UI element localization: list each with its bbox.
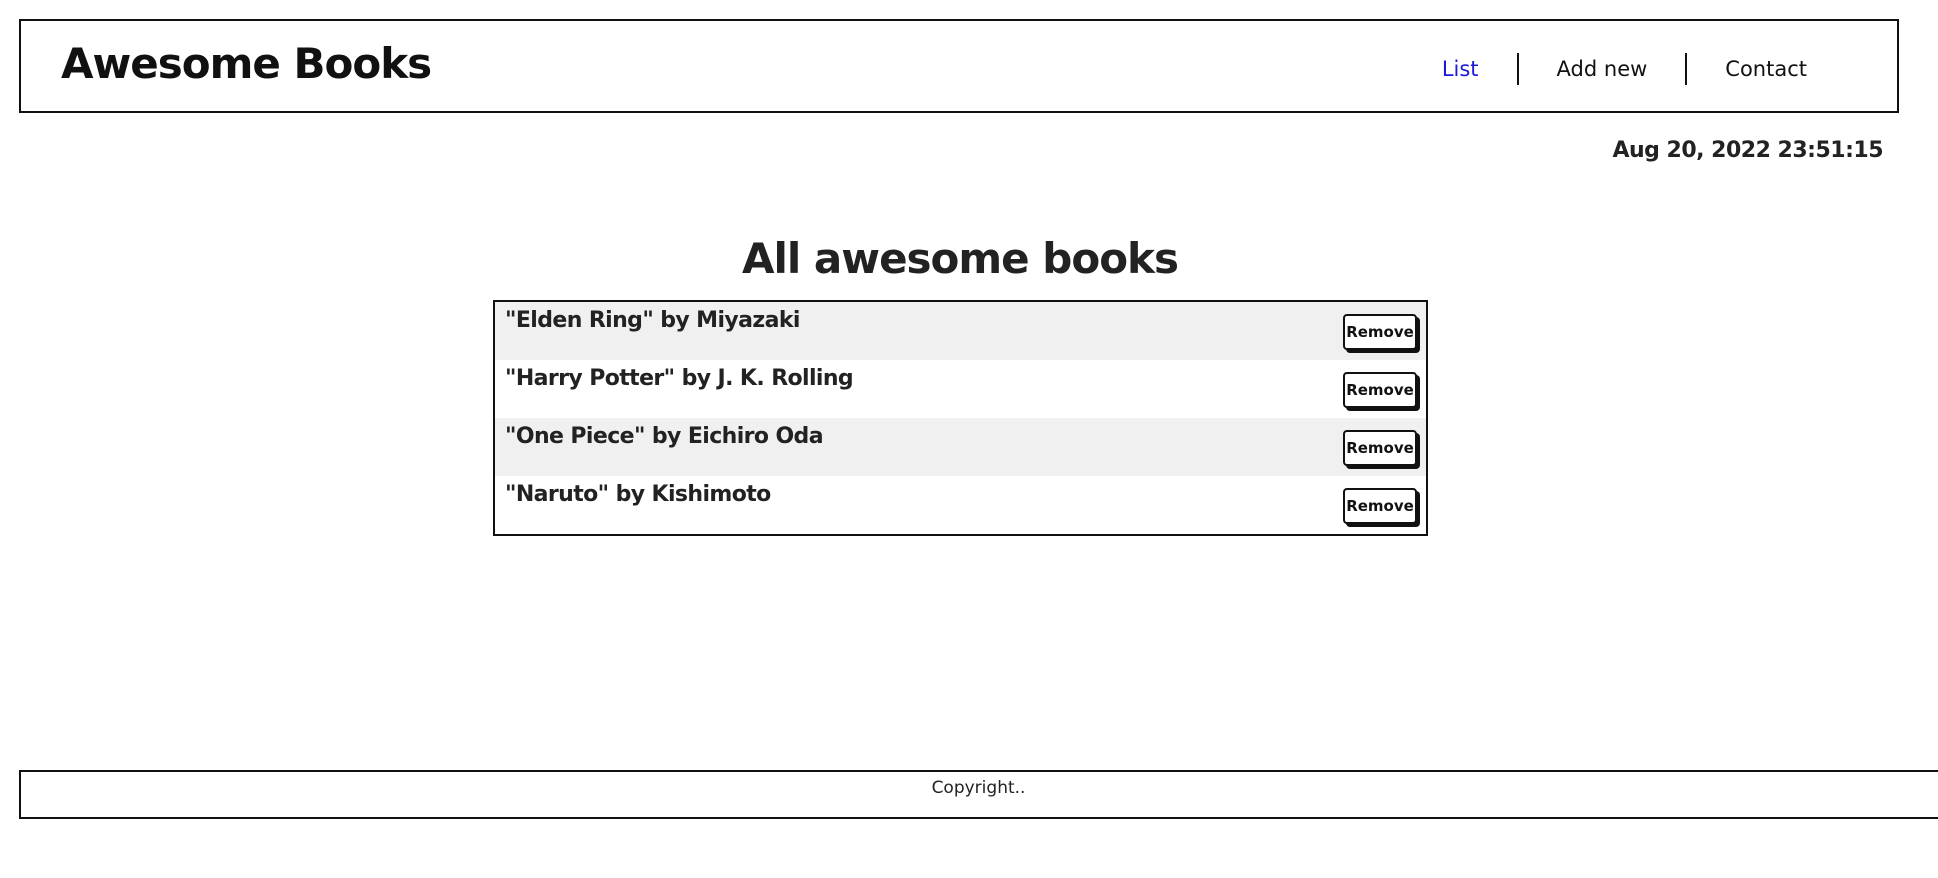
main-nav: List Add new Contact <box>1404 53 1845 85</box>
book-list: "Elden Ring" by Miyazaki Remove "Harry P… <box>493 300 1428 536</box>
remove-button[interactable]: Remove <box>1343 372 1417 408</box>
remove-button[interactable]: Remove <box>1343 430 1417 466</box>
site-header: Awesome Books List Add new Contact <box>19 19 1899 113</box>
nav-link-contact[interactable]: Contact <box>1687 57 1845 81</box>
current-datetime: Aug 20, 2022 23:51:15 <box>1612 138 1883 163</box>
book-title: "Naruto" by Kishimoto <box>505 482 771 507</box>
list-item: "Harry Potter" by J. K. Rolling Remove <box>495 360 1426 418</box>
list-item: "One Piece" by Eichiro Oda Remove <box>495 418 1426 476</box>
site-logo: Awesome Books <box>61 39 432 88</box>
remove-button[interactable]: Remove <box>1343 488 1417 524</box>
page-title: All awesome books <box>742 234 1179 283</box>
site-footer: Copyright.. <box>19 770 1938 819</box>
book-title: "Harry Potter" by J. K. Rolling <box>505 366 854 391</box>
book-title: "Elden Ring" by Miyazaki <box>505 308 800 333</box>
list-item: "Elden Ring" by Miyazaki Remove <box>495 302 1426 360</box>
copyright-text: Copyright.. <box>931 778 1026 798</box>
remove-button[interactable]: Remove <box>1343 314 1417 350</box>
nav-link-add-new[interactable]: Add new <box>1519 57 1686 81</box>
list-item: "Naruto" by Kishimoto Remove <box>495 476 1426 534</box>
nav-link-list[interactable]: List <box>1404 57 1517 81</box>
book-title: "One Piece" by Eichiro Oda <box>505 424 824 449</box>
